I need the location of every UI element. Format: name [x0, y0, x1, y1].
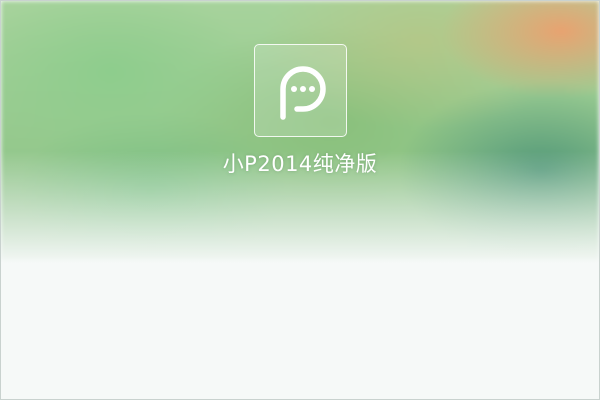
chat-bubble-p-icon — [279, 65, 326, 120]
app-title: 小P2014纯净版 — [222, 152, 378, 176]
app-logo — [254, 44, 347, 137]
launcher-window: 小P2014纯净版 — [0, 0, 600, 400]
